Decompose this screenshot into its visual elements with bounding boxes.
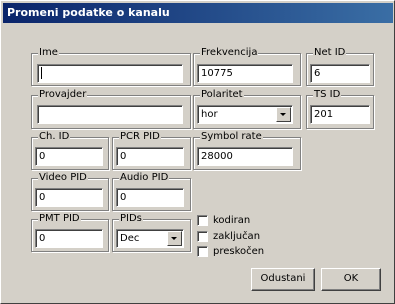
pmt-pid-input[interactable]: 0 — [35, 229, 103, 248]
video-pid-label: Video PID — [38, 172, 88, 184]
audio-pid-label: Audio PID — [119, 172, 170, 184]
pcr-pid-label: PCR PID — [119, 131, 161, 143]
symbol-rate-input[interactable]: 28000 — [197, 147, 293, 166]
provajder-label: Provajder — [38, 89, 88, 101]
frekvencija-input[interactable]: 10775 — [197, 64, 293, 83]
polaritet-value: hor — [201, 109, 218, 120]
video-pid-input[interactable]: 0 — [35, 188, 103, 207]
net-id-input[interactable]: 6 — [310, 64, 370, 83]
window-title: Promeni podatke o kanalu — [3, 3, 393, 23]
kodiran-checkbox[interactable] — [197, 215, 208, 226]
ime-input[interactable] — [37, 64, 183, 83]
kodiran-label: kodiran — [213, 215, 251, 226]
provajder-input[interactable] — [37, 105, 183, 124]
net-id-label: Net ID — [313, 47, 347, 59]
polaritet-select[interactable]: hor — [197, 105, 293, 124]
text-caret — [41, 67, 42, 79]
zakljucan-checkbox[interactable] — [197, 231, 208, 242]
dialog-window: Promeni podatke o kanalu Ime Frekvencija… — [0, 0, 395, 304]
audio-pid-input[interactable]: 0 — [116, 188, 184, 207]
ts-id-input[interactable]: 201 — [310, 105, 370, 124]
ok-button[interactable]: OK — [321, 268, 381, 291]
pids-select[interactable]: Dec — [116, 229, 184, 248]
ime-label: Ime — [38, 47, 59, 59]
ts-id-label: TS ID — [313, 89, 342, 101]
chevron-down-icon[interactable] — [167, 231, 182, 246]
ch-id-input[interactable]: 0 — [35, 147, 103, 166]
ch-id-label: Ch. ID — [38, 131, 71, 143]
chevron-down-icon[interactable] — [276, 107, 291, 122]
pmt-pid-label: PMT PID — [38, 213, 81, 225]
preskocen-label: preskočen — [213, 246, 265, 257]
preskocen-checkbox[interactable] — [197, 246, 208, 257]
zakljucan-label: zaključan — [213, 231, 261, 242]
pids-value: Dec — [120, 233, 140, 244]
polaritet-label: Polaritet — [200, 89, 244, 101]
pcr-pid-input[interactable]: 0 — [116, 147, 184, 166]
pids-label: PIDs — [119, 213, 143, 225]
frekvencija-label: Frekvencija — [200, 47, 259, 59]
symbol-rate-label: Symbol rate — [200, 131, 263, 143]
cancel-button[interactable]: Odustani — [251, 268, 315, 291]
